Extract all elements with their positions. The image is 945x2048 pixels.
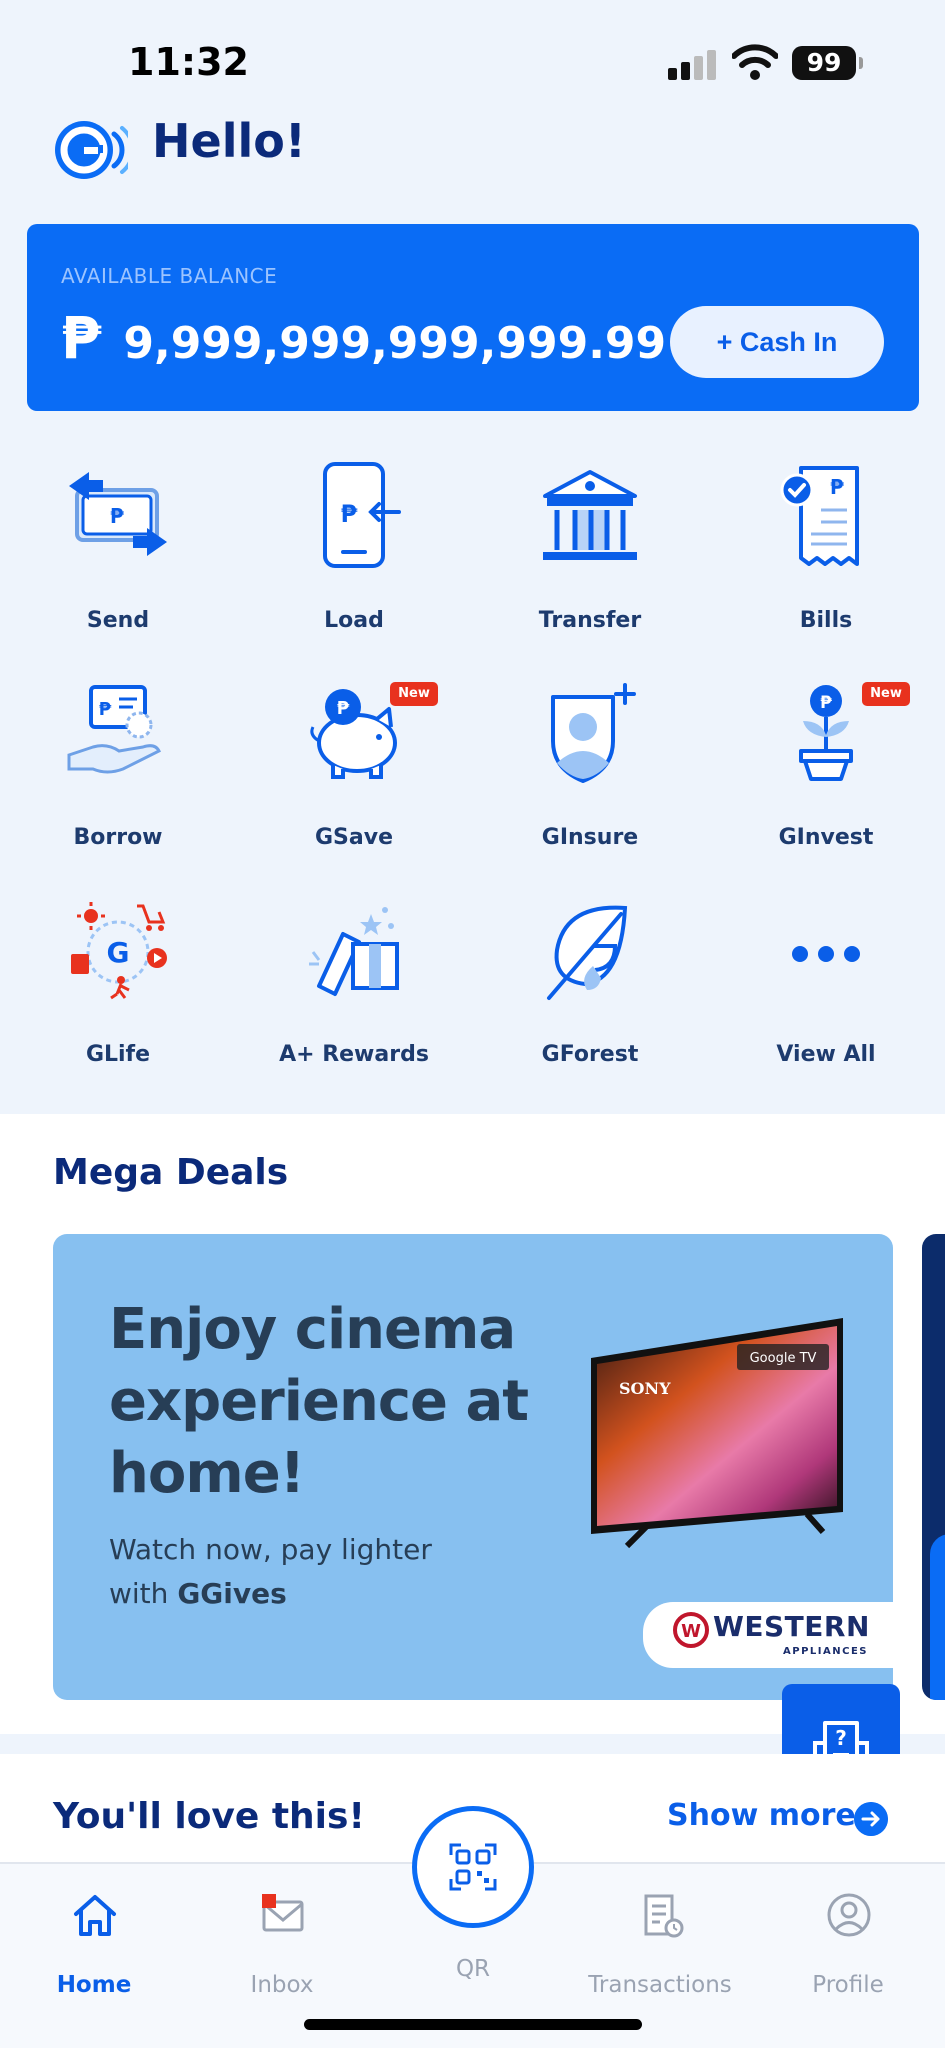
service-label: Send [86,608,150,633]
greeting-title: Hello! [152,114,306,168]
service-label: Bills [799,608,853,633]
service-gforest[interactable]: GForest [472,894,708,1094]
home-indicator [304,2019,642,2030]
service-label: Borrow [73,825,163,850]
wifi-icon [732,44,778,80]
service-label: GInsure [541,825,639,850]
glife-icon: G [71,902,167,1000]
transactions-icon [644,1894,684,1938]
new-badge: New [390,682,438,706]
inbox-icon [262,1894,304,1932]
banner-sub-line1: Watch now, pay lighter [109,1533,432,1566]
svg-text:G: G [107,936,130,969]
service-transfer[interactable]: Transfer [472,460,708,660]
ggives-text: GGives [177,1577,287,1610]
show-more-link[interactable]: Show more [667,1798,856,1833]
svg-text:₱: ₱ [110,504,124,528]
load-icon: ₱ [323,462,401,568]
more-dots-icon [792,946,860,962]
nav-profile[interactable]: Profile [758,1878,938,1998]
promo-banner[interactable]: Enjoy cinema experience at home! Watch n… [53,1234,893,1700]
mega-deals-section: Mega Deals Enjoy cinema experience at ho… [0,1114,945,1734]
nav-transactions[interactable]: Transactions [570,1878,750,1998]
service-gsave[interactable]: ₱ GSave [236,677,472,877]
service-label: Transfer [538,608,642,633]
balance-label: AVAILABLE BALANCE [61,264,278,288]
partner-sub: APPLIANCES [783,1646,868,1657]
status-time: 11:32 [128,40,249,84]
svg-text:₱: ₱ [341,500,358,528]
shield-person-icon [551,683,636,783]
send-icon: ₱ [69,472,167,556]
nav-label: Inbox [250,1972,314,1998]
borrow-icon: ₱ [67,685,162,774]
service-send[interactable]: ₱ Send [0,460,236,660]
peso-icon: ₱ [61,304,102,372]
leaf-icon [547,905,628,1000]
service-label: A+ Rewards [279,1042,429,1067]
partner-name: WESTERN [713,1610,870,1643]
svg-text:Google TV: Google TV [750,1351,817,1366]
svg-text:₱: ₱ [337,698,350,719]
qr-label: QR [455,1956,491,1982]
arrow-right-icon[interactable] [854,1802,888,1836]
service-label: GLife [85,1042,151,1067]
qr-scan-button[interactable] [412,1806,534,1928]
service-label: GInvest [778,825,874,850]
tv-image: Google TV SONY [591,1318,843,1549]
service-ginvest[interactable]: ₱ GInvest [708,677,944,877]
mega-deals-title: Mega Deals [53,1152,289,1193]
gift-icon [309,907,399,996]
balance-card: AVAILABLE BALANCE ₱ 9,999,999,999,999.99 … [27,224,919,411]
service-view-all[interactable]: View All [708,894,944,1094]
nav-label: Transactions [588,1972,732,1998]
home-icon [74,1895,116,1936]
service-bills[interactable]: ₱ Bills [708,460,944,660]
qr-code-icon [449,1843,497,1891]
western-logo-icon: W [673,1612,709,1648]
svg-text:W: W [681,1621,701,1642]
svg-text:SONY: SONY [619,1379,671,1398]
recommendations-title: You'll love this! [53,1796,365,1837]
western-appliances-logo: W WESTERN APPLIANCES [643,1602,893,1668]
banner-sub-line2: with GGives [109,1577,287,1610]
svg-text:₱: ₱ [830,475,844,499]
nav-label: Profile [812,1972,884,1998]
service-label: Load [324,608,384,633]
service-a-plus-rewards[interactable]: A+ Rewards [236,894,472,1094]
banner-subtext: Watch now, pay lighter with GGives [109,1528,432,1616]
service-load[interactable]: ₱ Load [236,460,472,660]
status-bar: 11:32 99 [0,0,945,110]
profile-icon [827,1893,871,1937]
bank-icon [543,470,637,560]
nav-home[interactable]: Home [4,1878,184,1998]
balance-amount-row: ₱ 9,999,999,999,999.99 [61,304,666,372]
cellular-signal-icon [668,50,720,80]
new-badge: New [862,682,910,706]
service-glife[interactable]: G GLife [0,894,236,1094]
service-label: GForest [541,1042,639,1067]
service-ginsure[interactable]: GInsure [472,677,708,877]
nav-inbox[interactable]: Inbox [192,1878,372,1998]
service-label: GSave [314,825,393,850]
banner-headline: Enjoy cinema experience at home! [109,1297,529,1506]
battery-icon: 99 [792,46,863,80]
svg-text:?: ? [835,1726,847,1750]
svg-text:₱: ₱ [820,693,832,713]
svg-text:₱: ₱ [99,699,112,720]
bills-icon: ₱ [780,466,859,566]
service-borrow[interactable]: ₱ Borrow [0,677,236,877]
nav-label: Home [56,1972,132,1998]
gcash-logo-icon [55,121,128,179]
next-banner-peek[interactable] [922,1234,945,1700]
service-label: View All [776,1042,876,1067]
cash-in-button[interactable]: + Cash In [670,306,884,378]
balance-amount: 9,999,999,999,999.99 [123,318,667,369]
